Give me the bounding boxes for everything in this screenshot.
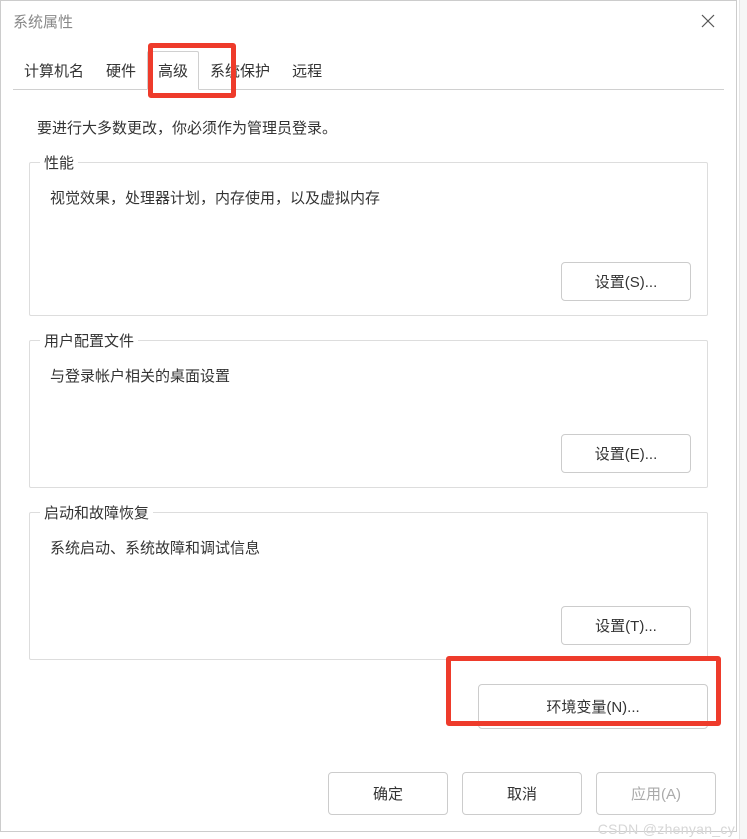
- user-profile-settings-button[interactable]: 设置(E)...: [561, 434, 691, 473]
- background-sliver: [739, 0, 747, 839]
- window-title: 系统属性: [13, 11, 73, 32]
- system-properties-dialog: 系统属性 计算机名 硬件 高级 系统保护 远程 要进行大多数更改，你必须作为管理…: [0, 0, 737, 832]
- group-startup-desc: 系统启动、系统故障和调试信息: [50, 537, 689, 558]
- admin-note: 要进行大多数更改，你必须作为管理员登录。: [37, 117, 708, 138]
- close-icon: [701, 14, 715, 28]
- group-performance-desc: 视觉效果，处理器计划，内存使用，以及虚拟内存: [50, 187, 689, 208]
- tab-bar: 计算机名 硬件 高级 系统保护 远程: [1, 41, 736, 91]
- performance-settings-button[interactable]: 设置(S)...: [561, 262, 691, 301]
- group-performance-title: 性能: [40, 152, 78, 173]
- env-row: 环境变量(N)...: [29, 684, 708, 729]
- tab-system-protection[interactable]: 系统保护: [199, 51, 281, 90]
- tab-remote[interactable]: 远程: [281, 51, 333, 90]
- group-startup-title: 启动和故障恢复: [40, 502, 153, 523]
- group-user-profile: 用户配置文件 与登录帐户相关的桌面设置 设置(E)...: [29, 340, 708, 488]
- environment-variables-button[interactable]: 环境变量(N)...: [478, 684, 708, 729]
- tab-underline: [13, 89, 724, 90]
- group-user-profile-title: 用户配置文件: [40, 330, 138, 351]
- ok-button[interactable]: 确定: [328, 772, 448, 815]
- dialog-footer: 确定 取消 应用(A): [328, 772, 716, 815]
- startup-settings-button[interactable]: 设置(T)...: [561, 606, 691, 645]
- tab-hardware[interactable]: 硬件: [95, 51, 147, 90]
- watermark-text: CSDN @zhenyan_cy: [598, 821, 735, 837]
- apply-button[interactable]: 应用(A): [596, 772, 716, 815]
- group-startup-recovery: 启动和故障恢复 系统启动、系统故障和调试信息 设置(T)...: [29, 512, 708, 660]
- cancel-button[interactable]: 取消: [462, 772, 582, 815]
- tab-content-advanced: 要进行大多数更改，你必须作为管理员登录。 性能 视觉效果，处理器计划，内存使用，…: [1, 91, 736, 739]
- group-user-profile-desc: 与登录帐户相关的桌面设置: [50, 365, 689, 386]
- tab-advanced[interactable]: 高级: [147, 51, 199, 90]
- tab-computer-name[interactable]: 计算机名: [13, 51, 95, 90]
- close-button[interactable]: [688, 5, 728, 37]
- titlebar: 系统属性: [1, 1, 736, 41]
- group-performance: 性能 视觉效果，处理器计划，内存使用，以及虚拟内存 设置(S)...: [29, 162, 708, 316]
